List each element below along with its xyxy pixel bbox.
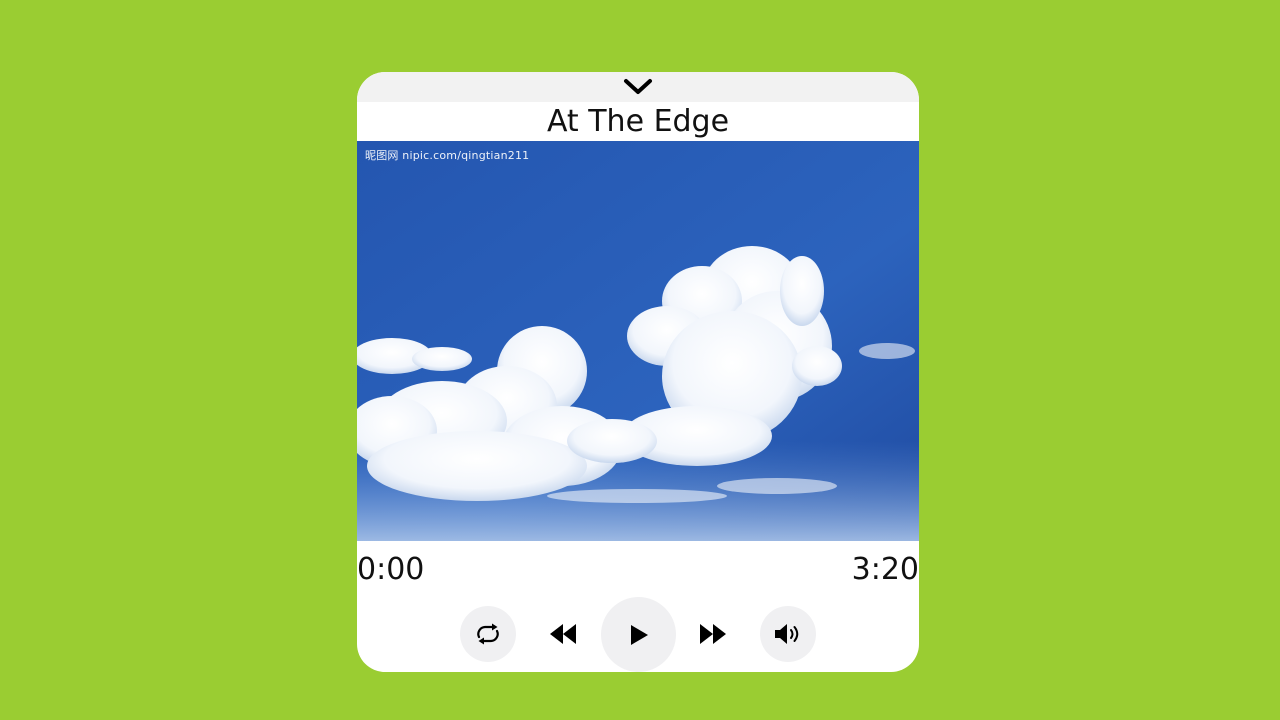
repeat-button[interactable] xyxy=(460,606,516,662)
volume-icon xyxy=(775,624,799,644)
volume-button[interactable] xyxy=(760,606,816,662)
play-icon xyxy=(630,624,648,645)
rewind-icon xyxy=(550,624,576,644)
music-player-card: At The Edge 昵图网 nipic.com/qingtian211 0:… xyxy=(357,72,919,672)
artwork-watermark: 昵图网 nipic.com/qingtian211 xyxy=(365,149,530,162)
current-time: 0:00 xyxy=(357,552,425,587)
previous-button[interactable] xyxy=(539,606,587,662)
total-duration: 3:20 xyxy=(851,552,919,587)
album-artwork: 昵图网 nipic.com/qingtian211 xyxy=(357,141,919,541)
time-row: 0:00 3:20 xyxy=(357,541,919,599)
play-button[interactable] xyxy=(601,597,676,672)
clouds-image xyxy=(357,141,919,541)
track-title: At The Edge xyxy=(546,104,730,139)
playback-controls xyxy=(357,596,919,672)
chevron-down-icon xyxy=(624,79,652,94)
collapse-button[interactable] xyxy=(357,72,919,102)
repeat-icon xyxy=(477,623,499,645)
next-button[interactable] xyxy=(689,606,737,662)
fast-forward-icon xyxy=(700,624,726,644)
